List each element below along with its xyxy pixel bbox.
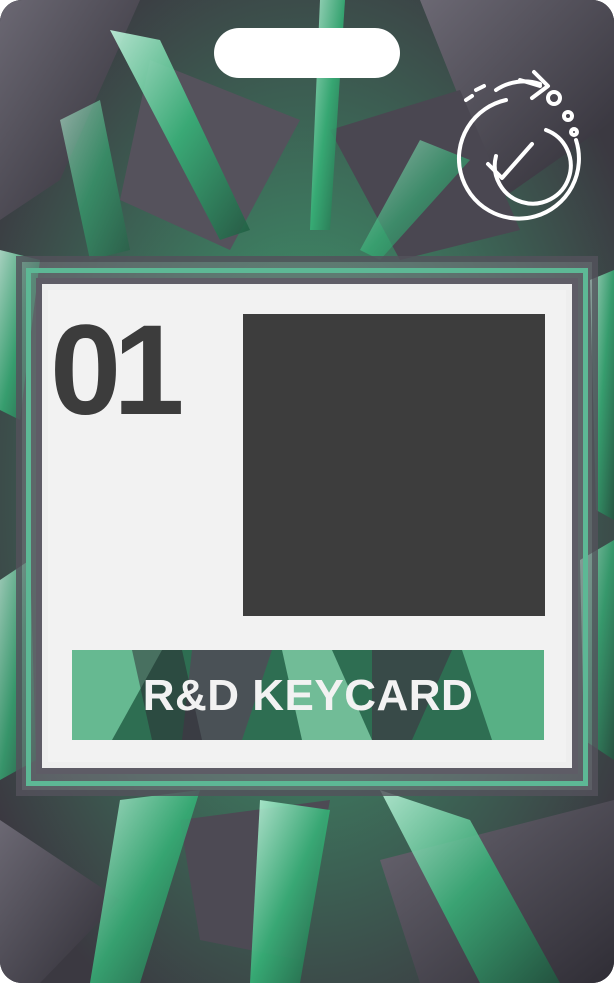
card-number: 01 xyxy=(50,299,184,442)
refresh-check-icon xyxy=(456,70,581,221)
photo-placeholder xyxy=(243,314,545,616)
card-label: R&D KEYCARD xyxy=(142,671,474,720)
keycard: 01 R&D KEYCARD xyxy=(0,0,614,983)
label-banner: R&D KEYCARD xyxy=(72,650,544,740)
lanyard-slot xyxy=(214,28,400,78)
